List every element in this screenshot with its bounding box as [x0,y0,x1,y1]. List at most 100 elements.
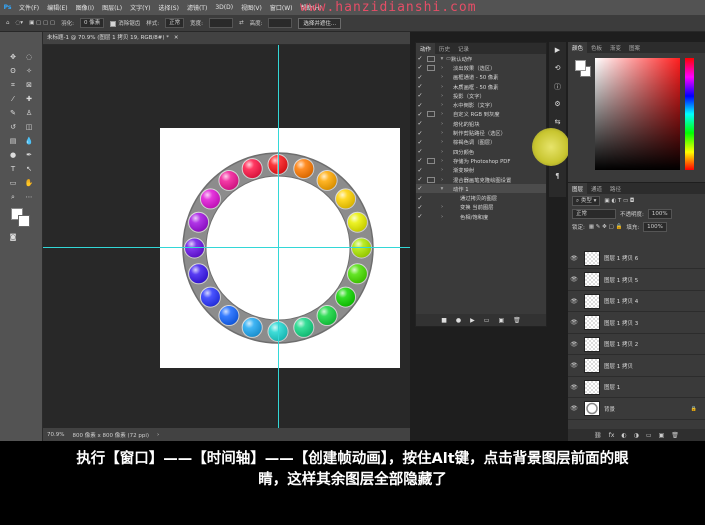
layer-row[interactable]: 👁 图层 1 拷贝 5 [568,270,705,291]
menu-view[interactable]: 视图(V) [237,3,266,12]
expand-arrow-icon[interactable]: ▾ [438,56,446,62]
new-set-icon[interactable]: ▭ [484,317,490,324]
new-layer-icon[interactable]: ▣ [659,432,665,439]
expand-arrow-icon[interactable]: › [438,102,446,108]
dialog-toggle-icon[interactable] [427,157,435,164]
new-group-icon[interactable]: ▭ [646,432,652,439]
expand-arrow-icon[interactable]: › [438,121,446,127]
layer-row[interactable]: 👁 图层 1 拷贝 6 [568,248,705,269]
width-input[interactable] [208,18,233,28]
path-selection-tool-icon[interactable]: ↖ [24,164,34,174]
action-row[interactable]: ✓ › 自定义 RGB 到灰度 [416,110,546,119]
expand-arrow-icon[interactable]: › [438,167,446,173]
lasso-tool-icon[interactable]: ʘ [8,66,18,76]
dialog-toggle-icon[interactable] [427,130,435,136]
link-layers-icon[interactable]: ⛓ [594,432,602,439]
layer-row[interactable]: 👁 图层 1 拷贝 2 [568,334,705,355]
menu-layer[interactable]: 图层(L) [98,3,126,12]
menu-window[interactable]: 窗口(W) [266,3,297,12]
dialog-toggle-icon[interactable] [427,214,435,220]
action-row[interactable]: ✓ ▾ 动作 1 [416,184,546,194]
document-tab[interactable]: 未标题-1 @ 70.9% (图层 1 拷贝 19, RGB/8#) * ✕ [43,32,410,45]
history-brush-tool-icon[interactable]: ↺ [8,122,18,132]
tab-paths[interactable]: 路径 [606,183,625,194]
more-tools-icon[interactable]: ⋯ [24,192,34,202]
lock-icon[interactable]: 🔒 [691,406,697,412]
action-row[interactable]: ✓ › 投影（文字） [416,91,546,100]
action-row[interactable]: ✓ ▾ ▭ 默认动作 [416,54,546,63]
expand-arrow-icon[interactable]: › [438,93,446,99]
visibility-eye-icon[interactable]: 👁 [568,405,580,412]
visibility-eye-icon[interactable]: 👁 [568,255,580,262]
layer-row[interactable]: 👁 背景 🔒 [568,399,705,420]
swap-icon[interactable]: ⇄ [239,20,244,26]
action-toggle-checkbox[interactable]: ✓ [416,130,424,137]
background-color-swatch[interactable] [18,215,30,227]
layer-mask-icon[interactable]: ◐ [621,432,626,439]
crop-tool-icon[interactable]: ⌗ [8,80,18,90]
dialog-toggle-icon[interactable] [427,176,435,183]
action-toggle-checkbox[interactable]: ✓ [416,74,424,81]
info-panel-icon[interactable]: ⓘ [552,82,563,93]
layer-row[interactable]: 👁 图层 1 拷贝 3 [568,313,705,334]
expand-arrow-icon[interactable]: › [438,84,446,90]
blur-tool-icon[interactable]: 💧 [24,136,34,146]
action-row[interactable]: ✓ › 木质画框 - 50 像素 [416,82,546,91]
dialog-toggle-icon[interactable] [427,84,435,90]
expand-arrow-icon[interactable]: › [438,111,446,117]
color-picker-field[interactable] [595,58,680,170]
delete-layer-icon[interactable]: 🗑 [671,432,679,439]
tab-records[interactable]: 记录 [454,43,473,54]
history-panel-icon[interactable]: ⟲ [552,64,563,75]
dodge-tool-icon[interactable]: ● [8,150,18,160]
expand-arrow-icon[interactable]: ▾ [438,186,446,192]
adjustment-layer-icon[interactable]: ◑ [634,432,639,439]
action-toggle-checkbox[interactable]: ✓ [416,83,424,90]
hue-slider[interactable] [685,58,694,170]
play-panel-icon[interactable]: ▶ [552,46,563,57]
dialog-toggle-icon[interactable] [427,195,435,201]
action-row[interactable]: ✓ › 色相/饱和度 [416,212,546,221]
layer-row[interactable]: 👁 图层 1 拷贝 [568,356,705,377]
visibility-eye-icon[interactable]: 👁 [568,276,580,283]
tab-gradients[interactable]: 渐变 [606,42,625,53]
dialog-toggle-icon[interactable] [427,167,435,173]
stop-icon[interactable]: ■ [441,317,447,324]
action-row[interactable]: ✓ 通过拷贝的图层 [416,193,546,203]
marquee-tool-icon[interactable]: ◌▾ [16,20,24,26]
menu-3d[interactable]: 3D(D) [211,4,237,11]
action-toggle-checkbox[interactable]: ✓ [416,185,424,192]
action-row[interactable]: ✓ › 存储为 Photoshop PDF [416,156,546,165]
dialog-toggle-icon[interactable] [427,64,435,71]
action-toggle-checkbox[interactable]: ✓ [416,139,424,146]
pen-tool-icon[interactable]: ✒ [24,150,34,160]
dialog-toggle-icon[interactable] [427,204,435,210]
tab-patterns[interactable]: 图案 [625,42,644,53]
dialog-toggle-icon[interactable] [427,121,435,127]
zoom-tool-icon[interactable]: ⌕ [8,192,18,202]
home-icon[interactable]: ⌂ [6,20,10,26]
layer-row[interactable]: 👁 图层 1 拷贝 4 [568,291,705,312]
lock-icons[interactable]: ▦ ✎ ✥ ▢ 🔒 [589,224,622,230]
shape-tool-icon[interactable]: ▭ [8,178,18,188]
layer-filter-icons[interactable]: ▣ ◐ T ▭ ◘ [604,198,634,204]
menu-type[interactable]: 文字(Y) [126,3,154,12]
hand-tool-icon[interactable]: ✋ [24,178,34,188]
expand-arrow-icon[interactable]: › [438,177,446,183]
tab-channels[interactable]: 通道 [587,183,606,194]
action-toggle-checkbox[interactable]: ✓ [416,92,424,99]
action-toggle-checkbox[interactable]: ✓ [416,111,424,118]
layer-filter-select[interactable]: ⌕ 类型 ▾ [572,196,601,206]
visibility-eye-icon[interactable]: 👁 [568,319,580,326]
selection-mode-icons[interactable]: ▣ ▢ ▢ ▢ [29,20,55,26]
eraser-tool-icon[interactable]: ◫ [24,122,34,132]
expand-arrow-icon[interactable]: › [438,214,446,220]
delete-icon[interactable]: 🗑 [513,317,521,324]
brush-tool-icon[interactable]: ✎ [8,108,18,118]
menu-select[interactable]: 选择(S) [154,3,183,12]
expand-arrow-icon[interactable]: › [438,139,446,145]
action-row[interactable]: ✓ › 棕褐色调（图层） [416,138,546,147]
menu-filter[interactable]: 滤镜(T) [183,3,211,12]
action-row[interactable]: ✓ › 制作剪贴路径（选区） [416,128,546,138]
dialog-toggle-icon[interactable] [427,93,435,99]
